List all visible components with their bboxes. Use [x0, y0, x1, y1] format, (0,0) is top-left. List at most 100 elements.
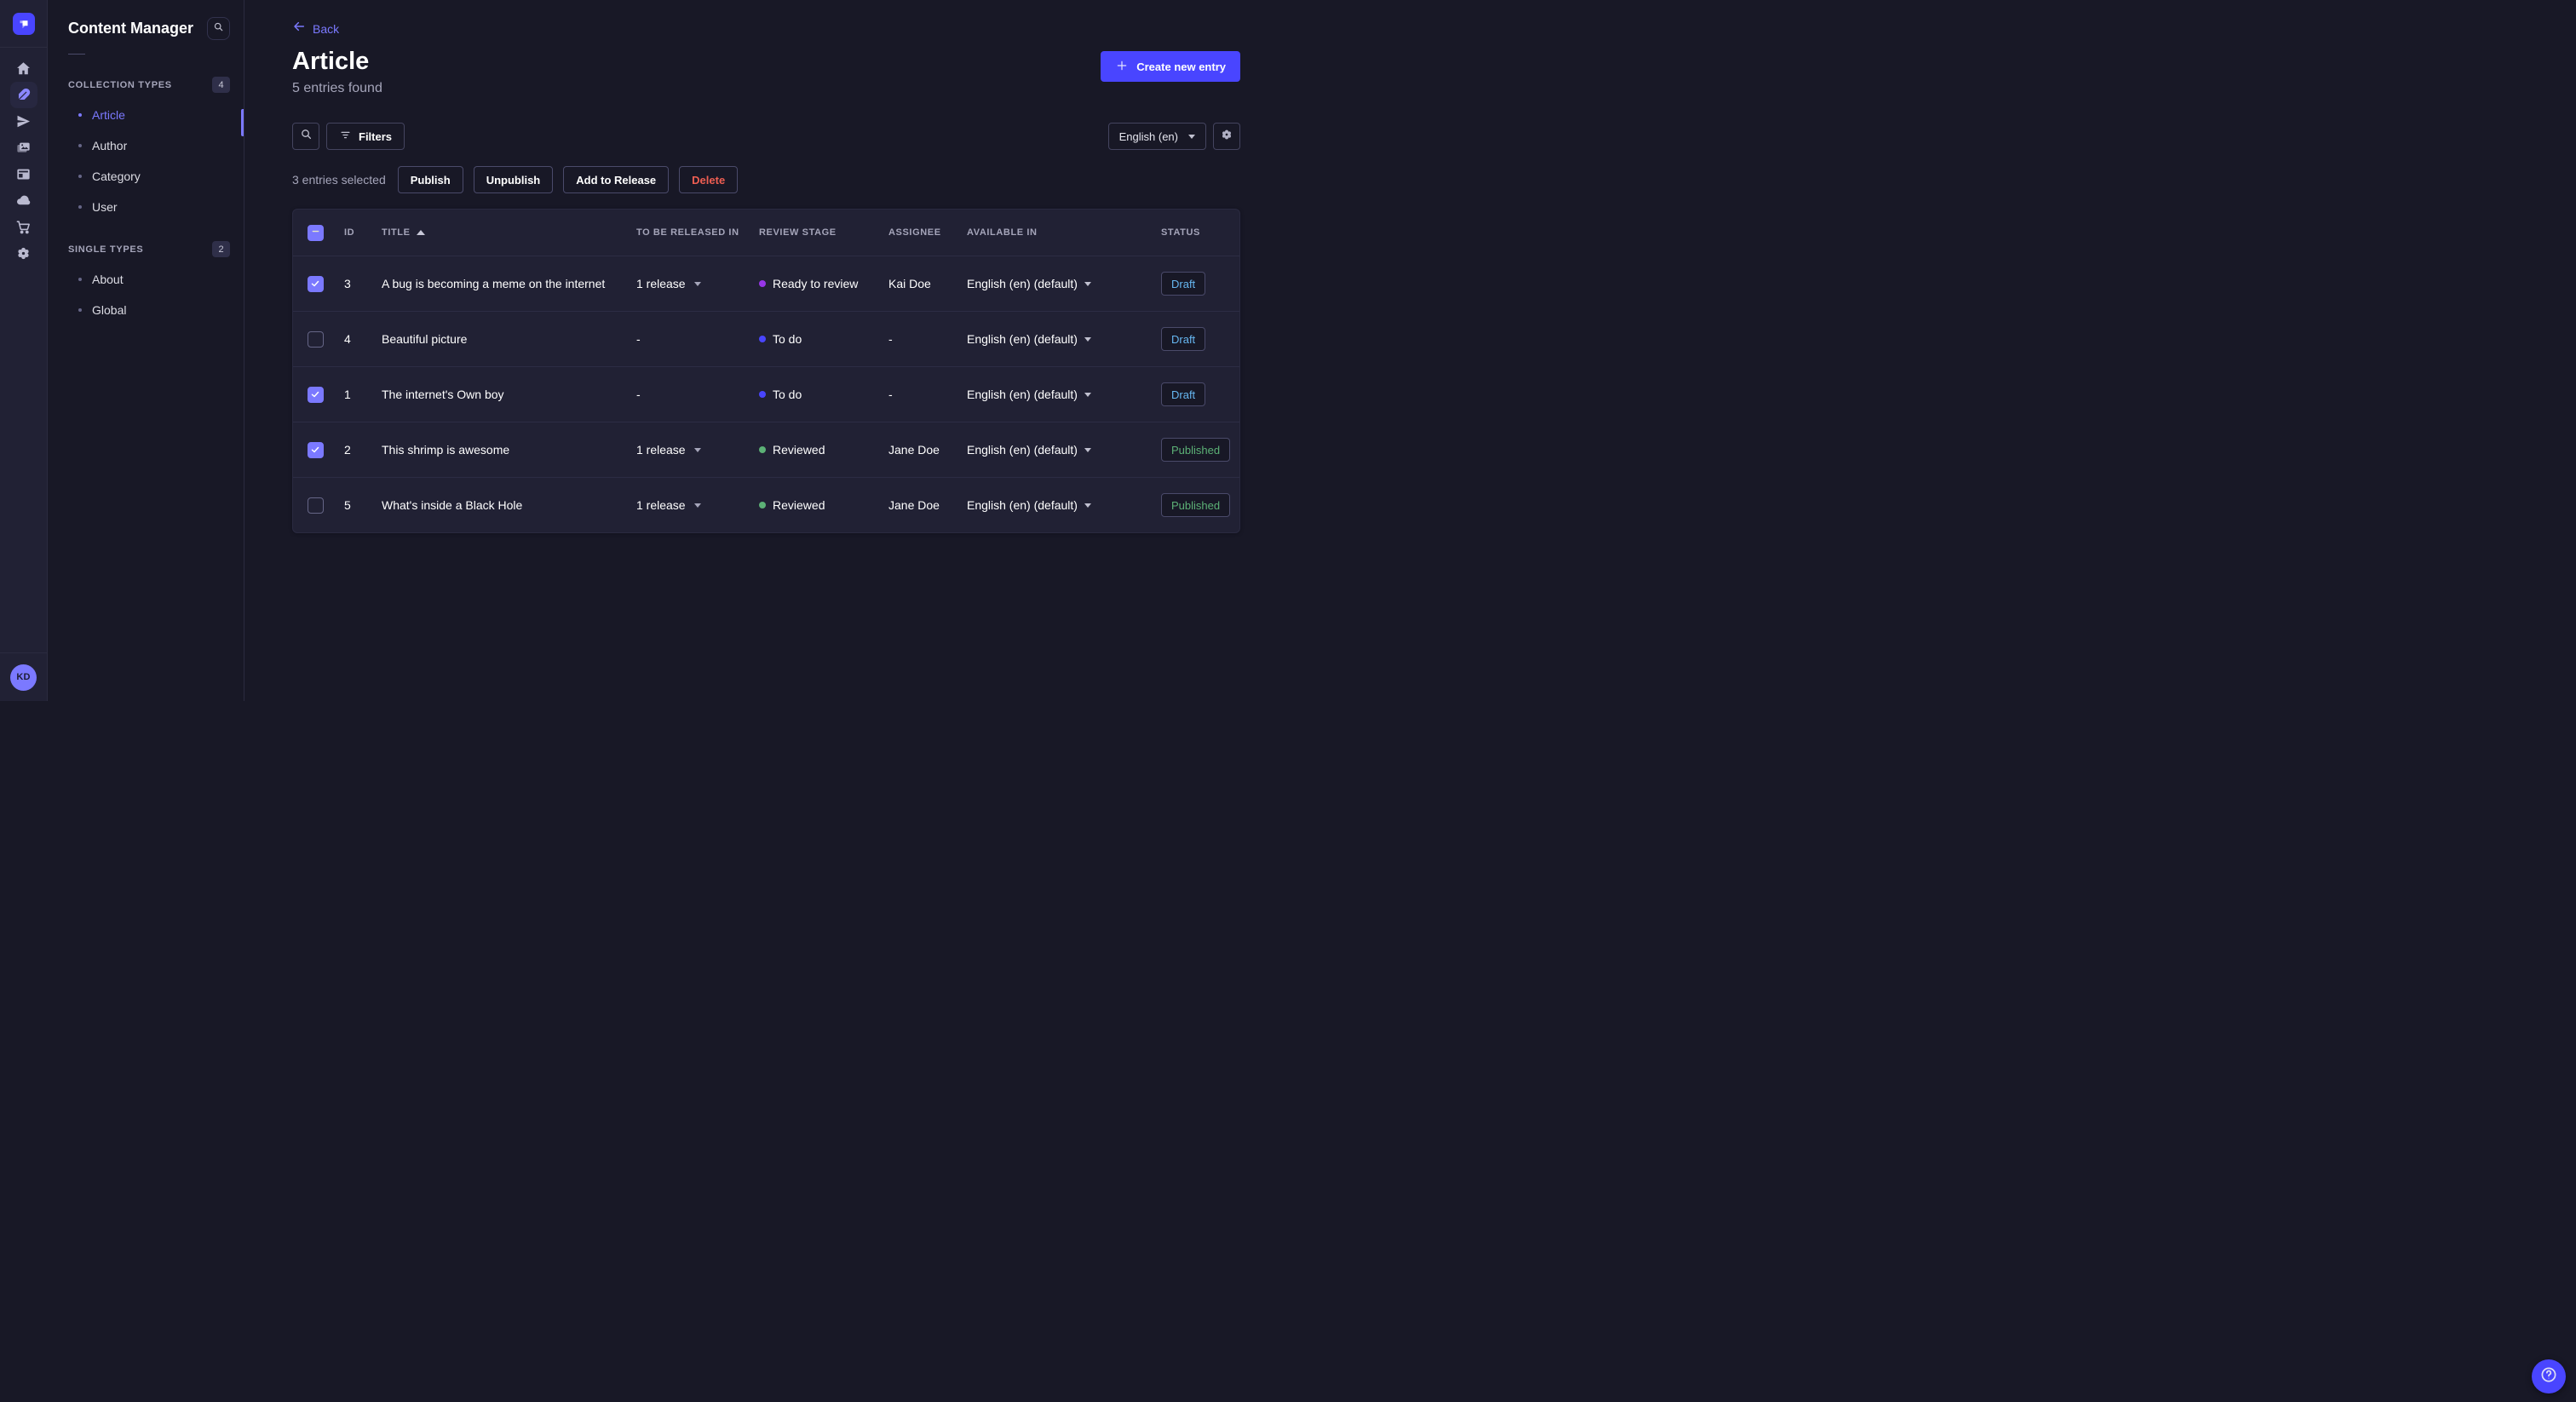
cell-title: Beautiful picture — [382, 332, 468, 346]
cell-available-in[interactable]: English (en) (default) — [960, 498, 1154, 512]
cell-available-in[interactable]: English (en) (default) — [960, 443, 1154, 457]
search-icon — [213, 21, 224, 37]
row-checkbox[interactable] — [307, 386, 324, 403]
delete-button[interactable]: Delete — [679, 166, 739, 193]
locale-select[interactable]: English (en) — [1107, 123, 1206, 150]
column-header-available-in[interactable]: AVAILABLE IN — [960, 227, 1154, 238]
cell-release: - — [636, 332, 641, 346]
column-header-assignee[interactable]: ASSIGNEE — [882, 227, 960, 238]
column-header-title[interactable]: TITLE — [375, 227, 630, 238]
nav-content-manager[interactable] — [9, 82, 37, 108]
app-window: KD Content Manager COLLECTION TYPES 4 Ar… — [0, 0, 1288, 701]
cell-id: 4 — [344, 332, 351, 346]
nav-content-type-builder[interactable] — [10, 161, 37, 187]
locale-value: English (en) (default) — [967, 277, 1078, 290]
selection-count: 3 entries selected — [292, 173, 386, 187]
column-header-review-stage[interactable]: REVIEW STAGE — [752, 227, 882, 238]
search-entries-button[interactable] — [292, 123, 319, 150]
column-header-release[interactable]: TO BE RELEASED IN — [630, 227, 752, 238]
strapi-logo-button[interactable] — [0, 0, 48, 48]
sidebar-divider — [68, 54, 85, 55]
cell-review-stage: To do — [752, 332, 882, 346]
cell-assignee: - — [888, 388, 893, 401]
cell-review-stage: Reviewed — [752, 498, 882, 512]
bullet-icon — [78, 144, 82, 147]
filters-button[interactable]: Filters — [326, 123, 405, 150]
cell-status: Published — [1154, 438, 1239, 462]
cell-available-in[interactable]: English (en) (default) — [960, 277, 1154, 290]
sidebar-item-category[interactable]: Category — [48, 161, 244, 192]
cell-title: A bug is becoming a meme on the internet — [382, 277, 606, 290]
cell-review-stage: Reviewed — [752, 443, 882, 457]
stage-dot-icon — [759, 502, 766, 509]
nav-icon-stack — [9, 55, 37, 267]
release-value: 1 release — [636, 498, 686, 512]
cell-release[interactable]: 1 release — [630, 443, 752, 457]
locale-value: English (en) — [1118, 129, 1178, 143]
column-header-id[interactable]: ID — [337, 227, 375, 238]
stage-label: Reviewed — [773, 443, 825, 457]
nav-settings[interactable] — [10, 240, 37, 267]
cell-title: The internet's Own boy — [382, 388, 504, 401]
table-row[interactable]: 2 This shrimp is awesome 1 release Revie… — [293, 422, 1239, 477]
back-link[interactable]: Back — [292, 20, 339, 37]
view-settings-button[interactable] — [1213, 123, 1240, 150]
help-button[interactable] — [2532, 1359, 2566, 1393]
nav-releases[interactable] — [10, 108, 37, 135]
entries-table: ID TITLE TO BE RELEASED IN REVIEW STAGE … — [292, 209, 1240, 533]
sidebar-search-button[interactable] — [207, 17, 230, 40]
table-row[interactable]: 4 Beautiful picture - To do - English (e… — [293, 311, 1239, 366]
user-avatar[interactable]: KD — [10, 664, 37, 691]
bullet-icon — [78, 308, 82, 312]
row-checkbox[interactable] — [307, 330, 324, 348]
cell-id: 2 — [344, 443, 351, 457]
sidebar-item-article[interactable]: Article — [48, 100, 244, 130]
table-row[interactable]: 3 A bug is becoming a meme on the intern… — [293, 256, 1239, 311]
add-to-release-button[interactable]: Add to Release — [563, 166, 670, 193]
column-header-status[interactable]: STATUS — [1154, 227, 1239, 238]
publish-button[interactable]: Publish — [397, 166, 463, 193]
plus-icon — [1115, 59, 1129, 75]
cell-available-in[interactable]: English (en) (default) — [960, 388, 1154, 401]
bullet-icon — [78, 175, 82, 178]
cell-review-stage: To do — [752, 388, 882, 401]
row-checkbox[interactable] — [307, 497, 324, 514]
chevron-down-icon — [693, 281, 701, 286]
sidebar-item-about[interactable]: About — [48, 264, 244, 295]
cell-status: Published — [1154, 493, 1239, 517]
sidebar-item-user[interactable]: User — [48, 192, 244, 222]
status-badge: Draft — [1161, 327, 1206, 351]
locale-value: English (en) (default) — [967, 332, 1078, 346]
gear-icon — [15, 245, 32, 261]
nav-media-library[interactable] — [10, 135, 37, 161]
cell-available-in[interactable]: English (en) (default) — [960, 332, 1154, 346]
sidebar-item-global[interactable]: Global — [48, 295, 244, 325]
row-checkbox[interactable] — [307, 275, 324, 292]
back-arrow-icon — [292, 20, 306, 37]
create-new-entry-button[interactable]: Create new entry — [1101, 51, 1240, 82]
row-checkbox[interactable] — [307, 441, 324, 458]
active-item-indicator — [241, 109, 244, 136]
cell-assignee: Jane Doe — [888, 498, 940, 512]
table-row[interactable]: 1 The internet's Own boy - To do - Engli… — [293, 366, 1239, 422]
stage-label: To do — [773, 388, 802, 401]
check-icon — [311, 391, 319, 398]
collection-types-count-badge: 4 — [212, 77, 230, 93]
chevron-down-icon — [1084, 281, 1091, 286]
cell-release[interactable]: 1 release — [630, 277, 752, 290]
table-row[interactable]: 5 What's inside a Black Hole 1 release R… — [293, 477, 1239, 532]
nav-deploy[interactable] — [10, 187, 37, 214]
nav-home[interactable] — [10, 55, 37, 82]
unpublish-button[interactable]: Unpublish — [473, 166, 554, 193]
content-manager-sidebar: Content Manager COLLECTION TYPES 4 Artic… — [48, 0, 244, 701]
cell-id: 5 — [344, 498, 351, 512]
sidebar-item-author[interactable]: Author — [48, 130, 244, 161]
media-icon — [15, 140, 32, 156]
help-icon — [2539, 1365, 2558, 1388]
status-badge: Published — [1161, 493, 1231, 517]
stage-dot-icon — [759, 391, 766, 398]
nav-marketplace[interactable] — [10, 214, 37, 240]
select-all-checkbox[interactable] — [307, 224, 324, 241]
cell-release[interactable]: 1 release — [630, 498, 752, 512]
send-icon — [15, 113, 32, 129]
